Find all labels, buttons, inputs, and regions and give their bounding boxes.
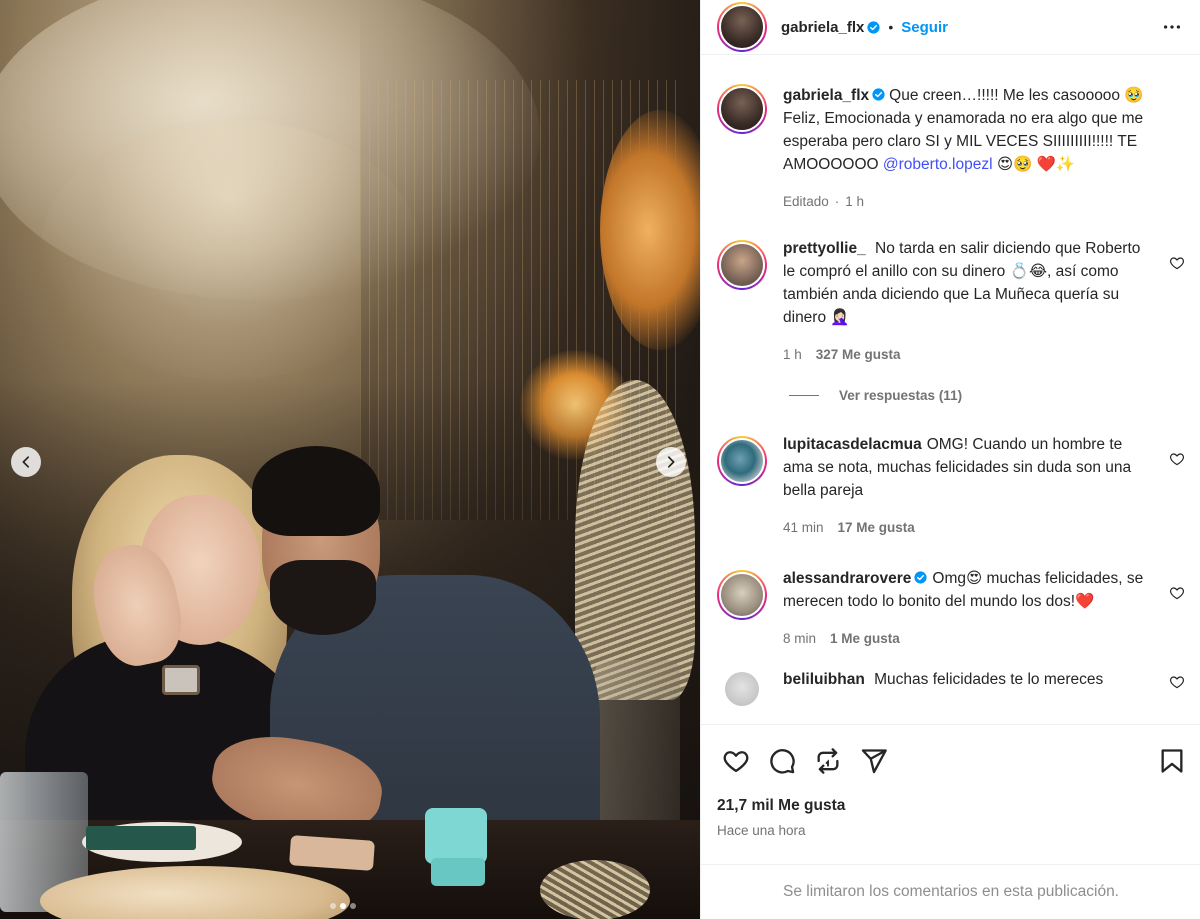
caption-avatar[interactable]	[717, 84, 767, 134]
comment-body: alessandrarovere Omg😍 muchas felicidades,…	[783, 567, 1153, 650]
comment-button[interactable]	[763, 742, 801, 780]
follow-button[interactable]: Seguir	[901, 19, 948, 36]
caption-username[interactable]: gabriela_flx	[783, 87, 869, 104]
caption-mention-link[interactable]: @roberto.lopezl	[883, 156, 993, 173]
chevron-left-icon	[22, 456, 30, 468]
comment-text-line: beliluibhan Muchas felicidades te lo mer…	[783, 668, 1153, 691]
post-actions-section: 21,7 mil Me gusta Hace una hora	[701, 724, 1200, 864]
comment-username[interactable]: beliluibhan	[783, 671, 865, 688]
caption-text: gabriela_flx Que creen…!!!!! Me les casoo…	[783, 84, 1153, 176]
comment-avatar[interactable]	[717, 436, 767, 486]
replies-line	[789, 395, 819, 396]
caption-body: gabriela_flx Que creen…!!!!! Me les casoo…	[783, 84, 1153, 213]
carousel-next-button[interactable]	[656, 447, 686, 477]
author-info: gabriela_flx • Seguir	[781, 19, 948, 36]
caption-text-part2: 😍🥹 ❤️✨	[992, 156, 1076, 173]
comment-meta: 8 min 1 Me gusta	[783, 627, 1153, 650]
comment-like-heart-icon[interactable]	[1169, 674, 1185, 690]
comment-item: alessandrarovere Omg😍 muchas felicidades,…	[717, 557, 1185, 650]
caption-dot: ·	[834, 194, 840, 209]
comment-item: lupitacasdelacmua OMG! Cuando un hombre t…	[717, 423, 1185, 539]
comment-icon	[770, 749, 795, 774]
comment-text-line: prettyollie_ No tarda en salir diciendo …	[783, 237, 1153, 329]
comment-username[interactable]: prettyollie_	[783, 240, 866, 257]
comment-text-line: alessandrarovere Omg😍 muchas felicidades,…	[783, 567, 1153, 613]
photo-pampas-table	[540, 860, 650, 919]
post-caption: gabriela_flx Que creen…!!!!! Me les casoo…	[717, 72, 1185, 213]
comment-like-heart-icon[interactable]	[1169, 451, 1185, 467]
like-button[interactable]	[717, 742, 755, 780]
save-button[interactable]	[1153, 742, 1191, 780]
comment-time[interactable]: 8 min	[783, 627, 816, 650]
post-details-panel: gabriela_flx • Seguir gabriela_flx Que cr…	[700, 0, 1200, 919]
comment-body: lupitacasdelacmua OMG! Cuando un hombre t…	[783, 433, 1153, 539]
photo-napkin	[86, 826, 196, 850]
carousel-dot-active	[340, 903, 346, 909]
photo-watch	[162, 665, 200, 695]
header-separator: •	[888, 19, 894, 35]
repost-button[interactable]	[809, 742, 847, 780]
chevron-right-icon	[667, 456, 675, 468]
author-avatar[interactable]	[717, 2, 767, 52]
caption-edited: Editado	[783, 194, 829, 209]
photo-phone	[289, 835, 375, 871]
post-timestamp[interactable]: Hace una hora	[717, 823, 1185, 838]
carousel-dot	[350, 903, 356, 909]
comment-avatar[interactable]	[717, 570, 767, 620]
comment-item: beliluibhan Muchas felicidades te lo mer…	[717, 668, 1185, 706]
verified-badge-icon	[867, 20, 880, 34]
post-likes-count[interactable]: 21,7 mil Me gusta	[717, 797, 1185, 815]
carousel-indicator	[330, 903, 356, 909]
carousel-dot	[330, 903, 336, 909]
comment-body: beliluibhan Muchas felicidades te lo mer…	[783, 668, 1153, 706]
comment-likes[interactable]: 327 Me gusta	[816, 343, 901, 366]
view-replies-label: Ver respuestas (11)	[839, 388, 963, 403]
comment-meta: 41 min 17 Me gusta	[783, 516, 1153, 539]
comments-list[interactable]: gabriela_flx Que creen…!!!!! Me les casoo…	[701, 56, 1200, 724]
verified-badge-icon	[914, 571, 927, 584]
comments-limited-notice: Se limitaron los comentarios en esta pub…	[701, 864, 1200, 919]
comment-avatar[interactable]	[717, 240, 767, 290]
photo-man-hair	[252, 446, 380, 536]
comment-username[interactable]: alessandrarovere	[783, 570, 911, 587]
verified-badge-icon	[872, 88, 885, 101]
comment-item: prettyollie_ No tarda en salir diciendo …	[717, 227, 1185, 366]
caption-meta: Editado · 1 h	[783, 190, 1153, 213]
comment-text-line: lupitacasdelacmua OMG! Cuando un hombre t…	[783, 433, 1153, 502]
comment-body: prettyollie_ No tarda en salir diciendo …	[783, 237, 1153, 366]
comment-text: Muchas felicidades te lo mereces	[874, 671, 1104, 688]
heart-icon	[723, 751, 749, 773]
comment-likes[interactable]: 17 Me gusta	[838, 516, 915, 539]
photo-pampas-grass	[575, 380, 695, 700]
post-photo	[0, 0, 700, 919]
carousel-prev-button[interactable]	[11, 447, 41, 477]
more-options-icon	[1163, 25, 1181, 29]
author-username[interactable]: gabriela_flx	[781, 19, 864, 36]
photo-ring-box	[425, 808, 487, 864]
photo-man-beard	[270, 560, 376, 635]
comment-username[interactable]: lupitacasdelacmua	[783, 436, 922, 453]
comment-like-heart-icon[interactable]	[1169, 585, 1185, 601]
share-icon	[817, 748, 839, 774]
action-bar	[717, 725, 1185, 797]
more-options-button[interactable]	[1160, 15, 1184, 39]
save-icon	[1161, 749, 1183, 773]
comment-likes[interactable]: 1 Me gusta	[830, 627, 900, 650]
photo-ring-box-base	[431, 858, 485, 886]
send-icon	[861, 749, 887, 774]
comment-meta: 1 h 327 Me gusta	[783, 343, 1153, 366]
send-button[interactable]	[855, 742, 893, 780]
post-header: gabriela_flx • Seguir	[701, 0, 1200, 55]
view-replies-button[interactable]: Ver respuestas (11)	[789, 388, 1185, 403]
comment-like-heart-icon[interactable]	[1169, 255, 1185, 271]
comment-avatar[interactable]	[725, 672, 759, 706]
comment-time[interactable]: 1 h	[783, 343, 802, 366]
comment-time[interactable]: 41 min	[783, 516, 824, 539]
caption-time[interactable]: 1 h	[845, 190, 864, 213]
